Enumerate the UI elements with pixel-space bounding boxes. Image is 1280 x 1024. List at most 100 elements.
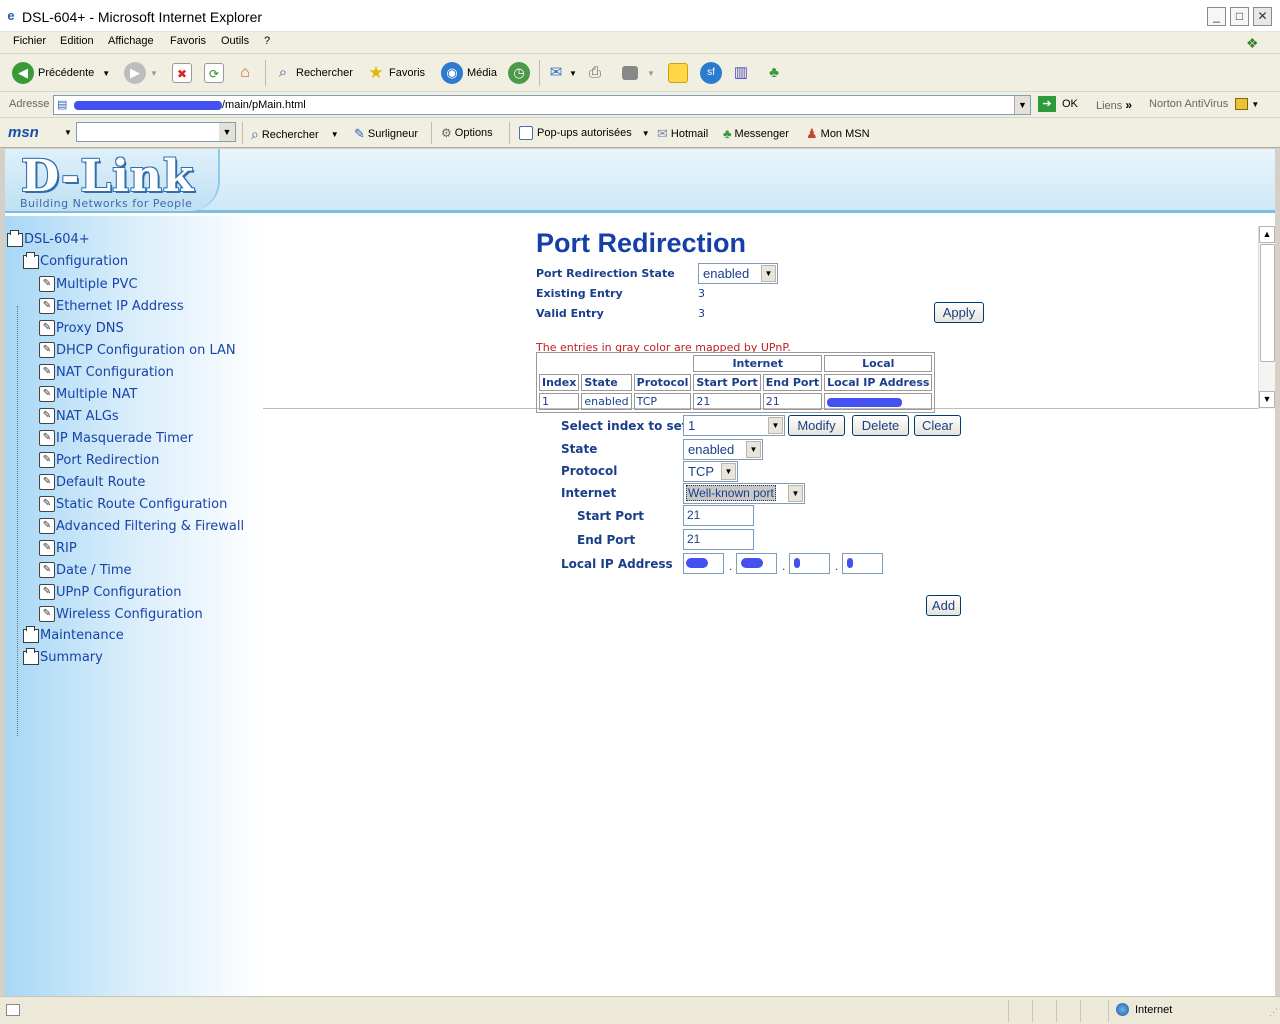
mail-button[interactable]: ✉ ▼ bbox=[546, 62, 577, 84]
messenger-icon: ♣ bbox=[769, 64, 779, 81]
nav-item-static-route[interactable]: ✎ Static Route Configuration bbox=[39, 496, 227, 512]
ip-octet-1-input[interactable] bbox=[683, 553, 724, 574]
scroll-thumb[interactable] bbox=[1260, 244, 1275, 362]
nav-item-ip-masquerade[interactable]: ✎ IP Masquerade Timer bbox=[39, 430, 193, 446]
refresh-button[interactable]: ⟳ bbox=[204, 62, 227, 84]
start-port-input[interactable]: 21 bbox=[683, 505, 754, 526]
msn-search-input[interactable]: ▼ bbox=[76, 122, 236, 142]
chevron-down-icon[interactable]: ▼ bbox=[219, 123, 235, 141]
add-button[interactable]: Add bbox=[926, 595, 961, 616]
back-button[interactable]: ◀ Précédente ▼ bbox=[12, 62, 110, 84]
select-index-select[interactable]: 1 ▼ bbox=[683, 415, 785, 436]
msn-logo[interactable]: msn bbox=[8, 124, 39, 141]
nav-item-rip[interactable]: ✎ RIP bbox=[39, 540, 77, 556]
nav-maintenance[interactable]: Maintenance bbox=[23, 625, 124, 643]
nav-configuration[interactable]: Configuration bbox=[23, 251, 128, 269]
form-internet-select[interactable]: Well-known port ▼ bbox=[683, 483, 805, 504]
chevron-down-icon[interactable]: ▼ bbox=[569, 69, 577, 78]
nav-item-ethernet-ip[interactable]: ✎ Ethernet IP Address bbox=[39, 298, 184, 314]
favorites-button[interactable]: ★ Favoris bbox=[366, 62, 425, 84]
nav-summary[interactable]: Summary bbox=[23, 647, 103, 665]
home-button[interactable]: ⌂ bbox=[235, 62, 258, 84]
nav-item-proxy-dns[interactable]: ✎ Proxy DNS bbox=[39, 320, 124, 336]
nav-root[interactable]: DSL-604+ bbox=[7, 229, 90, 247]
menu-favoris[interactable]: Favoris bbox=[170, 35, 206, 47]
edit-button[interactable]: ▼ bbox=[622, 62, 655, 84]
ip-octet-4-input[interactable] bbox=[842, 553, 883, 574]
history-button[interactable]: ◷ bbox=[508, 62, 534, 84]
chevron-down-icon[interactable]: ▼ bbox=[642, 129, 650, 138]
nav-item-label: RIP bbox=[56, 540, 77, 556]
maximize-button[interactable]: □ bbox=[1230, 7, 1249, 26]
nav-item-nat-algs[interactable]: ✎ NAT ALGs bbox=[39, 408, 119, 424]
nav-item-wireless[interactable]: ✎ Wireless Configuration bbox=[39, 606, 203, 622]
chevron-down-icon[interactable]: ▼ bbox=[1251, 100, 1259, 109]
apply-button[interactable]: Apply bbox=[934, 302, 984, 323]
chevron-down-icon[interactable]: ▼ bbox=[647, 69, 655, 78]
page-icon: ✎ bbox=[39, 562, 55, 578]
stop-button[interactable]: ✖ bbox=[172, 62, 195, 84]
resize-grip-icon[interactable]: ⋰ bbox=[1269, 1007, 1278, 1018]
page-icon: ✎ bbox=[39, 342, 55, 358]
search-button[interactable]: ⌕ Rechercher bbox=[273, 62, 353, 84]
redirection-state-select[interactable]: enabled ▼ bbox=[698, 263, 778, 284]
nav-item-dhcp[interactable]: ✎ DHCP Configuration on LAN bbox=[39, 342, 236, 358]
norton-button[interactable]: Norton AntiVirus ▼ bbox=[1149, 98, 1259, 111]
menu-fichier[interactable]: Fichier bbox=[13, 35, 46, 47]
redirection-state-value: enabled bbox=[703, 266, 750, 281]
options-button[interactable]: ⚙ Options bbox=[441, 126, 493, 140]
menu-edition[interactable]: Edition bbox=[60, 35, 94, 47]
menu-affichage[interactable]: Affichage bbox=[108, 35, 154, 47]
modify-button[interactable]: Modify bbox=[788, 415, 845, 436]
menu-bar: Fichier Edition Affichage Favoris Outils… bbox=[0, 32, 1280, 54]
page-icon: ✎ bbox=[39, 386, 55, 402]
msn-search-button[interactable]: ⌕ Rechercher ▼ bbox=[251, 126, 339, 143]
hotmail-button[interactable]: ✉ Hotmail bbox=[657, 126, 708, 142]
notes-button[interactable] bbox=[668, 62, 691, 84]
minimize-button[interactable]: _ bbox=[1207, 7, 1226, 26]
nav-item-advanced-filtering[interactable]: ✎ Advanced Filtering & Firewall bbox=[39, 518, 244, 534]
address-dropdown-icon[interactable]: ▼ bbox=[1014, 96, 1030, 114]
menu-outils[interactable]: Outils bbox=[221, 35, 249, 47]
messenger-button[interactable]: ♣ Messenger bbox=[723, 126, 789, 141]
print-button[interactable]: ⎙ bbox=[585, 62, 608, 84]
highlighter-button[interactable]: ✎ Surligneur bbox=[354, 126, 418, 142]
nav-item-upnp[interactable]: ✎ UPnP Configuration bbox=[39, 584, 182, 600]
ip-octet-3-input[interactable] bbox=[789, 553, 830, 574]
ip-octet-2-input[interactable] bbox=[736, 553, 777, 574]
chevron-down-icon[interactable]: ▼ bbox=[331, 130, 339, 139]
nav-item-date-time[interactable]: ✎ Date / Time bbox=[39, 562, 132, 578]
research-icon: ▥ bbox=[733, 64, 749, 81]
cell-end-port: 21 bbox=[762, 393, 823, 410]
media-button[interactable]: ◉ Média bbox=[441, 62, 497, 84]
go-button[interactable]: ➔ OK bbox=[1038, 96, 1078, 112]
close-button[interactable]: ✕ bbox=[1253, 7, 1272, 26]
research-button[interactable]: ▥ bbox=[731, 62, 754, 84]
clear-button[interactable]: Clear bbox=[914, 415, 961, 436]
chevron-down-icon[interactable]: ▼ bbox=[102, 69, 110, 78]
sf-button[interactable]: sf bbox=[700, 62, 726, 84]
mymsn-button[interactable]: ♟ Mon MSN bbox=[806, 126, 870, 142]
form-state-select[interactable]: enabled ▼ bbox=[683, 439, 763, 460]
chevron-down-icon[interactable]: ▼ bbox=[150, 69, 158, 78]
popups-button[interactable]: Pop-ups autorisées ▼ bbox=[519, 126, 650, 140]
nav-item-multiple-nat[interactable]: ✎ Multiple NAT bbox=[39, 386, 137, 402]
status-pane bbox=[1008, 1000, 1009, 1022]
nav-item-nat-config[interactable]: ✎ NAT Configuration bbox=[39, 364, 174, 380]
status-frame-scrollbar[interactable]: ▲ ▼ bbox=[1258, 226, 1275, 409]
nav-item-port-redirection[interactable]: ✎ Port Redirection bbox=[39, 452, 159, 468]
links-button[interactable]: Liens » bbox=[1096, 98, 1132, 112]
end-port-input[interactable]: 21 bbox=[683, 529, 754, 550]
form-protocol-select[interactable]: TCP ▼ bbox=[683, 461, 738, 482]
scroll-up-icon[interactable]: ▲ bbox=[1259, 226, 1275, 243]
nav-item-default-route[interactable]: ✎ Default Route bbox=[39, 474, 145, 490]
address-input[interactable]: ▤ /main/pMain.html ▼ bbox=[53, 95, 1031, 115]
delete-button[interactable]: Delete bbox=[852, 415, 909, 436]
scroll-down-icon[interactable]: ▼ bbox=[1259, 391, 1275, 408]
nav-item-multiple-pvc[interactable]: ✎ Multiple PVC bbox=[39, 276, 138, 292]
chevron-down-icon[interactable]: ▼ bbox=[64, 128, 72, 137]
messenger-toolbar-button[interactable]: ♣ bbox=[764, 62, 787, 84]
forward-button[interactable]: ▶ ▼ bbox=[124, 62, 158, 84]
menu-help[interactable]: ? bbox=[264, 35, 270, 47]
cell-local-ip bbox=[824, 393, 933, 410]
